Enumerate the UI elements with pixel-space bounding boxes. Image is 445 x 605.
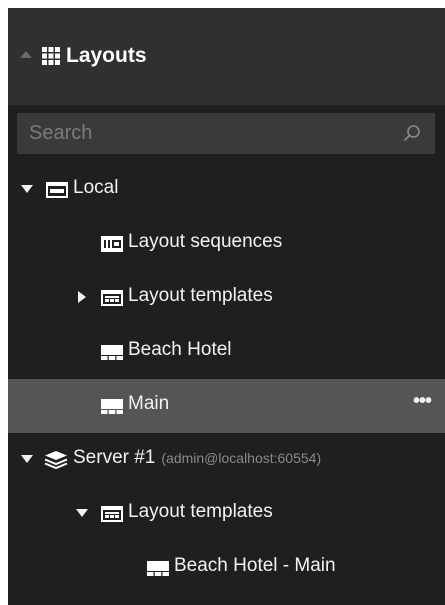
tree-node-server[interactable]: Server #1 (admin@localhost:60554) (8, 433, 445, 487)
server-name: Server #1 (73, 447, 156, 468)
tree-node-label: Layout templates (128, 285, 273, 306)
collapse-arrow-icon[interactable] (20, 51, 32, 58)
search-box (17, 113, 435, 154)
layout-sequence-icon (101, 236, 123, 252)
tree-node-main[interactable]: Main ••• (8, 379, 445, 433)
tree-node-label: Main (128, 393, 170, 414)
server-stack-icon (44, 451, 68, 470)
tree-node-beach-hotel[interactable]: Beach Hotel (8, 325, 445, 379)
server-connection: (admin@localhost:60554) (161, 450, 322, 466)
tree-node-server-layout-templates[interactable]: Layout templates (8, 487, 445, 541)
tree-node-label: Beach Hotel - Main (174, 555, 336, 576)
layouts-panel: Layouts Local Layout sequences (8, 8, 445, 605)
tree-node-layout-templates[interactable]: Layout templates (8, 271, 445, 325)
layout-icon (101, 345, 123, 360)
grid-icon (42, 47, 60, 65)
tree-node-label: Beach Hotel (128, 339, 232, 360)
tree-node-beach-hotel-main[interactable]: Beach Hotel - Main (8, 541, 445, 595)
expand-arrow-icon[interactable] (75, 487, 89, 541)
local-computer-icon (46, 182, 68, 198)
tree-node-label: Local (73, 177, 119, 198)
tree-node-local[interactable]: Local (8, 163, 445, 217)
tree-node-label: Layout templates (128, 501, 273, 522)
layout-icon (101, 399, 123, 414)
layout-template-icon (101, 506, 123, 522)
tree-node-label: Layout sequences (128, 231, 283, 252)
more-options-button[interactable]: ••• (413, 391, 432, 411)
expand-arrow-icon[interactable] (20, 433, 34, 487)
panel-title: Layouts (66, 44, 147, 67)
tree-node-layout-sequences[interactable]: Layout sequences (8, 217, 445, 271)
tree-node-label: Server #1 (admin@localhost:60554) (73, 447, 321, 469)
search-input[interactable] (17, 113, 389, 154)
expand-arrow-icon[interactable] (20, 163, 34, 217)
search-icon[interactable] (403, 124, 421, 142)
layouts-panel-header[interactable]: Layouts (8, 8, 445, 105)
layout-template-icon (101, 290, 123, 306)
expand-arrow-icon[interactable] (75, 271, 89, 325)
layout-icon (147, 561, 169, 576)
